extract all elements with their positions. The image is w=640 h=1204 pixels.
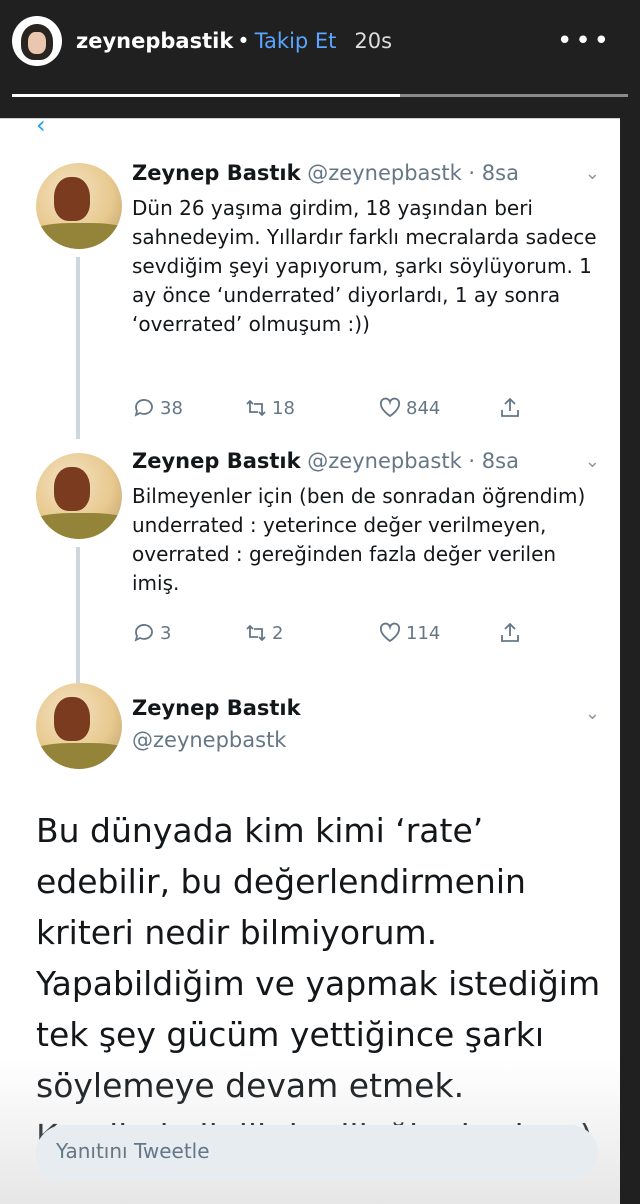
tweet-text: Bilmeyenler için (ben de sonradan öğrend… [132,484,586,595]
tweet-screenshot-card: ‹ Zeynep Bastık @zeynepbastk · 8sa ⌄ Dün… [0,111,620,1204]
retweet-count: 18 [272,397,295,419]
share-icon [501,397,519,417]
author-name[interactable]: Zeynep Bastık [132,161,301,185]
tweet-time: · 8sa [468,449,519,473]
heart-icon [379,397,401,418]
avatar-hair [54,697,90,741]
author-name[interactable]: Zeynep Bastık [132,449,301,473]
follow-button[interactable]: Takip Et [255,29,337,53]
retweet-button[interactable]: 18 [244,396,295,420]
main-tweet-text: Bu dünyada kim kimi ‘rate’ edebilir, bu … [36,811,601,1156]
reply-count: 3 [160,622,172,644]
share-button[interactable] [498,396,526,420]
reply-count: 38 [160,397,183,419]
reply-button[interactable]: 3 [132,621,171,645]
story-username[interactable]: zeynepbastik [76,29,233,53]
chevron-down-icon[interactable]: ⌄ [585,703,600,724]
more-dots-icon[interactable]: ••• [557,26,612,56]
tweet-actions: 3 2 114 [132,621,552,651]
author-handle[interactable]: @zeynepbastk [132,728,286,752]
thread-line [76,257,80,439]
tweet-avatar[interactable] [36,683,122,769]
main-tweet-name: Zeynep Bastık [132,696,301,720]
story-avatar[interactable] [12,16,62,66]
retweet-icon [246,399,266,417]
progress-remaining [400,94,628,97]
tweet-text: Dün 26 yaşıma girdim, 18 yaşından beri s… [132,196,597,336]
author-handle[interactable]: @zeynepbastk [307,449,461,473]
retweet-icon [246,624,266,642]
reply-placeholder: Yanıtını Tweetle [56,1139,210,1163]
reply-tweet-input[interactable]: Yanıtını Tweetle [36,1125,598,1181]
like-count: 114 [406,622,441,644]
avatar-hair [54,467,90,511]
story-header: zeynepbastik • Takip Et 20s ••• [0,0,640,90]
retweet-button[interactable]: 2 [244,621,283,645]
progress-done [12,94,400,97]
story-meta: zeynepbastik • Takip Et 20s [76,29,392,53]
author-handle[interactable]: @zeynepbastk [307,161,461,185]
chevron-down-icon[interactable]: ⌄ [585,163,600,184]
tweet-header: Zeynep Bastık @zeynepbastk · 8sa [132,161,519,185]
tweet-avatar[interactable] [36,163,122,249]
like-button[interactable]: 844 [378,396,440,420]
tweet-actions: 38 18 844 [132,396,552,426]
main-tweet-handle: @zeynepbastk [132,728,286,752]
chevron-down-icon[interactable]: ⌄ [585,451,600,472]
avatar-grass [36,513,122,539]
author-name[interactable]: Zeynep Bastık [132,696,301,720]
avatar-grass [36,743,122,769]
avatar-hair [54,177,90,221]
tweet-header: Zeynep Bastık @zeynepbastk · 8sa [132,449,519,473]
separator-dot: • [237,29,250,53]
avatar-grass [36,223,122,249]
like-button[interactable]: 114 [378,621,440,645]
thread-line [76,547,80,683]
story-progress-bar [12,94,628,97]
heart-icon [379,622,401,643]
share-icon [501,622,519,642]
story-time: 20s [354,29,393,53]
avatar-face [28,32,46,54]
reply-icon [134,399,153,417]
reply-icon [134,624,153,642]
share-button[interactable] [498,621,526,645]
retweet-count: 2 [272,622,284,644]
like-count: 844 [406,397,441,419]
reply-button[interactable]: 38 [132,396,183,420]
tweet-time: · 8sa [468,161,519,185]
tweet-avatar[interactable] [36,453,122,539]
back-arrow-icon[interactable]: ‹ [36,111,46,139]
